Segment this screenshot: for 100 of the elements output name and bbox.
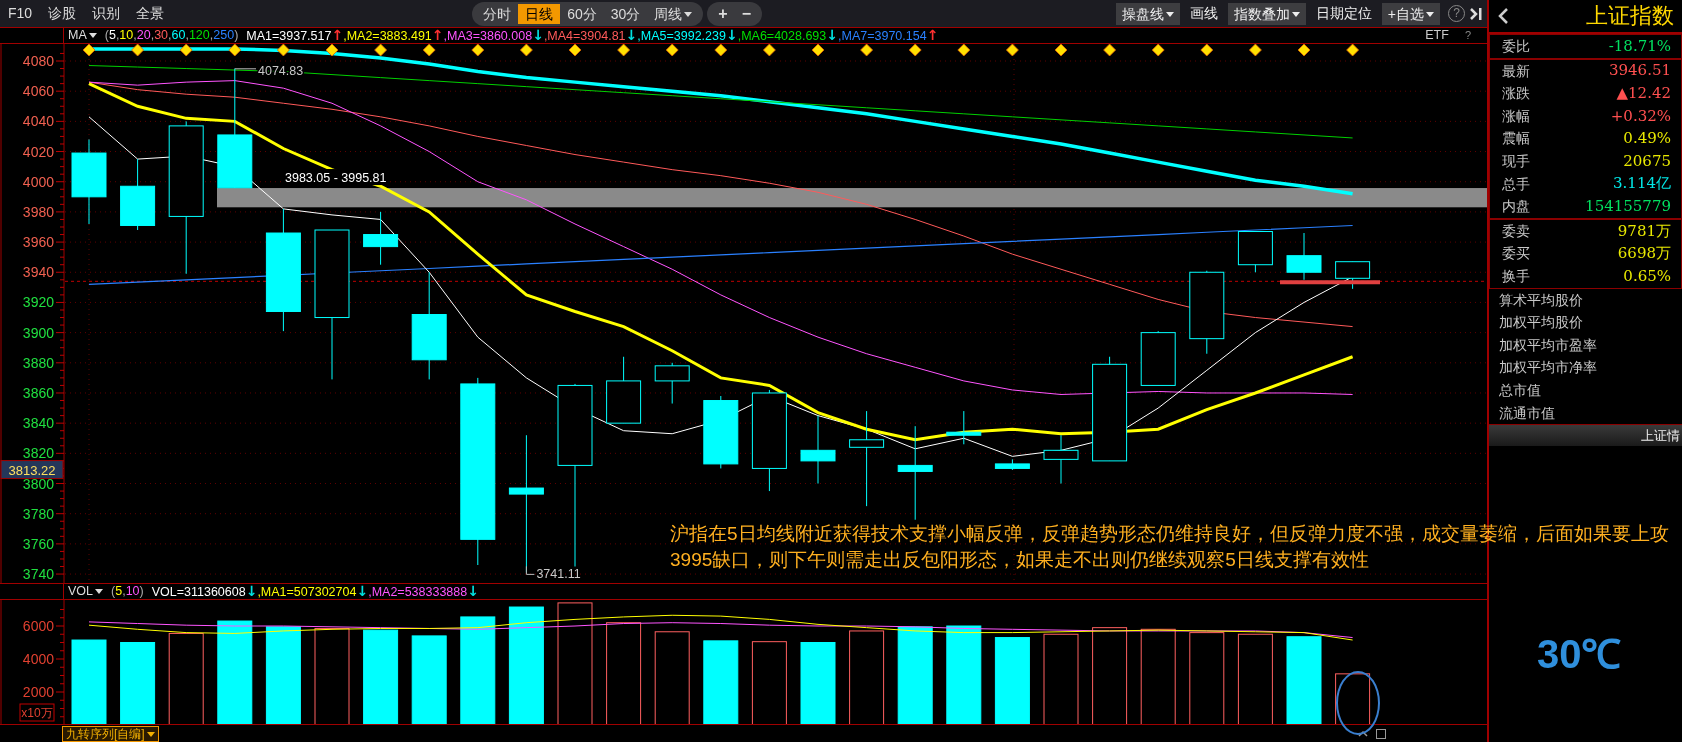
axis-label: 3900 <box>22 324 54 341</box>
diamond-marker <box>1103 44 1116 57</box>
axis-label: 2000 <box>22 684 54 700</box>
indicator-value: ,MA2=3883.491↑ <box>343 26 444 45</box>
indicator-value: MA1=3937.517↑ <box>246 26 344 45</box>
circle-annotation <box>1336 671 1380 735</box>
cursor-price-tag: 3813.22 <box>0 460 64 480</box>
diamond-marker <box>520 44 533 57</box>
toolbar-link[interactable]: F10 <box>0 0 41 27</box>
indicator-tab[interactable]: 九转序列[自编] <box>62 725 159 742</box>
axis-label: 4080 <box>22 53 54 69</box>
diamond-marker <box>811 44 825 57</box>
toolbar-button[interactable]: 画线 <box>1183 1 1224 26</box>
field-value: 3.114亿 <box>1613 175 1671 193</box>
candlestick <box>946 410 982 445</box>
diamond-marker <box>1249 44 1262 57</box>
diamond-marker <box>325 44 339 57</box>
square-icon[interactable] <box>1375 727 1387 740</box>
field-label: 内盘 <box>1502 197 1530 217</box>
unit-label: x10万 <box>19 703 55 722</box>
field-value: 3946.51 <box>1608 62 1671 80</box>
field-label: 总手 <box>1502 174 1530 194</box>
candlestick <box>1286 232 1322 281</box>
field-value: 6698万 <box>1617 245 1671 263</box>
toolbar-link[interactable]: 诊股 <box>40 0 85 27</box>
zoom-button[interactable]: − <box>734 3 758 24</box>
vol-periods: (5,10) <box>111 583 144 600</box>
field-value: 0.65% <box>1623 267 1671 285</box>
period-tab[interactable]: 60分 <box>560 3 604 24</box>
diamond-marker <box>82 44 96 57</box>
period-tab[interactable]: 30分 <box>603 3 648 24</box>
field-value: 0.49% <box>1623 130 1671 148</box>
field-label: 委卖 <box>1502 221 1530 241</box>
diamond-marker <box>1346 44 1359 57</box>
dropdown-button[interactable]: 指数叠加 <box>1227 2 1306 25</box>
price-label: 3983.05 - 3995.81 <box>282 169 388 186</box>
axis-label: 3760 <box>22 535 54 552</box>
collapse-icon[interactable] <box>1469 6 1483 21</box>
indicator-value: ,MA4=3904.81↓ <box>543 26 638 45</box>
metric-item[interactable]: 算术平均股价 <box>1489 288 1682 312</box>
field-label: 最新 <box>1502 61 1530 81</box>
diamond-marker <box>1200 44 1214 57</box>
metric-item[interactable]: 加权平均股价 <box>1489 311 1682 334</box>
indicator-value: ,MA1=507302704↓ <box>257 582 369 601</box>
axis-label: 4020 <box>22 143 54 160</box>
candlestick <box>363 211 399 266</box>
axis-label: 3940 <box>22 264 54 281</box>
axis-label: 3780 <box>22 505 54 522</box>
indicator-menu[interactable]: MA <box>64 28 101 43</box>
field-value: +0.32% <box>1610 107 1671 125</box>
toolbar-link[interactable]: 全景 <box>128 0 173 27</box>
dropdown-button[interactable]: +自选 <box>1381 2 1440 25</box>
diamond-marker <box>374 44 387 57</box>
diamond-marker <box>179 44 193 57</box>
candlestick <box>800 415 836 484</box>
indicator-value: ,MA3=3860.008↓ <box>443 26 544 45</box>
axis-label: 3740 <box>22 566 54 583</box>
diamond-marker <box>131 44 144 57</box>
period-tab[interactable]: 分时 <box>476 3 519 24</box>
toolbar-link[interactable]: 识别 <box>84 0 129 27</box>
field-label: 现手 <box>1502 151 1530 171</box>
field-value: 9781万 <box>1617 222 1671 240</box>
toolbar-button[interactable]: 日期定位 <box>1309 1 1378 26</box>
axis-label: 4060 <box>22 83 54 100</box>
metric-item[interactable]: 流通市值 <box>1489 401 1682 425</box>
diamond-marker <box>763 44 776 57</box>
axis-label: 3840 <box>22 415 54 432</box>
axis-label: 4040 <box>22 113 54 130</box>
period-tab[interactable]: 周线 <box>647 3 700 24</box>
period-tab[interactable]: 日线 <box>518 3 561 24</box>
diamond-marker <box>1297 44 1311 57</box>
diamond-marker <box>714 44 728 57</box>
section-header[interactable]: 上证情 <box>1489 424 1682 447</box>
diamond-marker <box>228 44 242 57</box>
zoom-button[interactable]: + <box>711 3 735 24</box>
axis-label: 3880 <box>22 354 54 371</box>
indicator-value: ,MA6=4028.693↓ <box>737 26 838 45</box>
ma-periods: (5,10,20,30,60,120,250) <box>104 27 239 44</box>
help-icon[interactable]: ? <box>1464 27 1471 44</box>
diamond-marker <box>908 44 922 57</box>
diamond-marker <box>860 44 873 57</box>
metric-item[interactable]: 加权平均市盈率 <box>1489 333 1682 357</box>
candlestick <box>654 362 690 405</box>
indicator-value: ,MA7=3970.154↑ <box>838 26 939 45</box>
indicator-menu[interactable]: VOL <box>64 584 107 599</box>
metric-item[interactable]: 加权平均市净率 <box>1489 356 1682 379</box>
diamond-marker <box>471 44 485 57</box>
diamond-marker <box>1006 44 1019 57</box>
indicator-value: ,MA2=538333888↓ <box>368 582 479 601</box>
axis-label: 3820 <box>22 445 54 462</box>
field-value: ▲12.42 <box>1616 85 1671 102</box>
axis-label: 3980 <box>22 203 54 220</box>
field-label: 换手 <box>1502 266 1530 286</box>
metric-item[interactable]: 总市值 <box>1489 378 1682 402</box>
candlestick <box>606 356 642 424</box>
field-label: 委比 <box>1502 37 1530 56</box>
dropdown-button[interactable]: 操盘线 <box>1115 2 1180 25</box>
candlestick <box>994 458 1030 471</box>
back-icon[interactable] <box>1497 7 1509 25</box>
diamond-marker <box>1151 44 1165 57</box>
